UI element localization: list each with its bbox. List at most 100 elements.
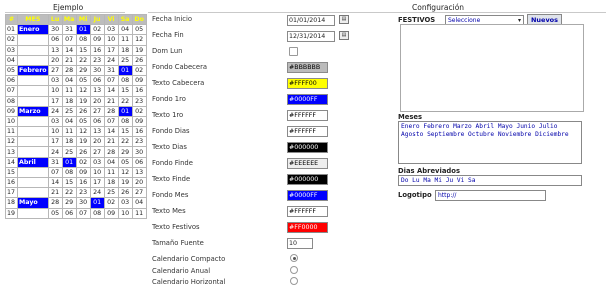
day-cell: 24 <box>89 187 105 199</box>
day-cell: 29 <box>61 197 77 209</box>
calendar-week-row: 10 03 04 05 06 07 08 09 <box>5 115 147 128</box>
day-cell: 07 <box>103 115 119 128</box>
cal-compacto-radio[interactable] <box>290 254 298 262</box>
texto-festivos-label: Texto Festivos <box>152 223 200 231</box>
day-cell: 23 <box>89 54 105 66</box>
fondo-mes-input[interactable]: #0000FF <box>287 190 328 201</box>
month-name-cell <box>17 85 49 97</box>
day-cell: 02 <box>75 156 91 168</box>
fondo-dias-input[interactable]: #FFFFFF <box>287 126 328 137</box>
calendar-week-row: 08 17 18 19 20 21 22 23 <box>5 95 147 107</box>
fondo-finde-input[interactable]: #EEEEEE <box>287 158 328 169</box>
calendar-week-row: 13 24 25 26 27 28 29 30 <box>5 146 147 158</box>
day-cell: 16 <box>131 85 147 97</box>
day-cell: 05 <box>131 24 147 36</box>
cal-horizontal-radio[interactable] <box>290 277 298 285</box>
day-cell: 09 <box>75 166 91 179</box>
day-cell: 04 <box>61 115 77 128</box>
day-cell: 03 <box>47 115 63 128</box>
ejemplo-header: Ejemplo <box>53 3 84 12</box>
week-number: 13 <box>5 146 18 158</box>
day-cell: 17 <box>89 176 105 189</box>
day-cell: 22 <box>61 187 77 199</box>
calendar-week-row: 05 Febrero 27 28 29 30 31 01 02 <box>5 64 147 77</box>
fondo-cabecera-label: Fondo Cabecera <box>152 63 208 71</box>
logotipo-input[interactable]: http:// <box>435 190 546 201</box>
calendar-week-row: 09 Marzo 24 25 26 27 28 01 02 <box>5 105 147 117</box>
meses-textarea[interactable]: Enero Febrero Marzo Abril Mayo Junio Jul… <box>398 121 582 164</box>
month-name-cell <box>17 136 49 148</box>
calendar-week-row: 14 Abril 31 01 02 03 04 05 06 <box>5 156 147 168</box>
day-cell: 08 <box>117 115 133 128</box>
day-cell: 07 <box>47 166 63 179</box>
day-cell: 25 <box>103 187 119 199</box>
day-cell: 17 <box>47 136 63 148</box>
calendar-week-row: 04 20 21 22 23 24 25 26 <box>5 54 147 66</box>
day-cell: 09 <box>89 34 105 46</box>
texto-finde-input[interactable]: #000000 <box>287 174 328 185</box>
fondo-cabecera-input[interactable]: #BBBBBB <box>287 62 328 73</box>
configuracion-header: Configuración <box>412 3 465 12</box>
month-name-cell: Febrero <box>17 64 49 77</box>
day-cell: 02 <box>103 197 119 209</box>
calendar-icon[interactable]: ▤ <box>339 15 349 24</box>
texto-finde-label: Texto Finde <box>152 175 191 183</box>
day-cell: 27 <box>89 146 105 158</box>
day-cell: 04 <box>117 24 133 36</box>
day-cell: 22 <box>75 54 91 66</box>
cal-anual-radio[interactable] <box>290 266 298 274</box>
day-cell: 24 <box>47 105 63 117</box>
calendar-icon[interactable]: ▤ <box>339 31 349 40</box>
day-cell: 28 <box>103 105 119 117</box>
tamano-fuente-input[interactable]: 10 <box>287 238 313 249</box>
week-number: 18 <box>5 197 18 209</box>
tamano-fuente-label: Tamaño Fuente <box>152 239 204 247</box>
month-name-cell <box>17 187 49 199</box>
day-cell: 06 <box>47 34 63 46</box>
meses-label: Meses <box>398 113 423 121</box>
fecha-fin-input[interactable]: 12/31/2014 <box>287 31 335 42</box>
day-cell: 25 <box>61 146 77 158</box>
calendar-week-row: 11 10 11 12 13 14 15 16 <box>5 126 147 138</box>
day-cell: 02 <box>131 105 147 117</box>
fondo-1ro-input[interactable]: #0000FF <box>287 94 328 105</box>
day-cell: 20 <box>89 95 105 107</box>
day-cell: 11 <box>117 34 133 46</box>
day-cell: 01 <box>75 24 91 36</box>
dias-abreviados-input[interactable]: Do Lu Ma Mi Ju Vi Sa <box>398 175 582 186</box>
day-cell: 04 <box>131 197 147 209</box>
day-cell: 08 <box>61 166 77 179</box>
dom-lun-checkbox[interactable] <box>289 47 298 56</box>
day-cell: 03 <box>117 197 133 209</box>
festivos-list-box[interactable] <box>400 24 584 112</box>
day-cell: 06 <box>61 207 77 219</box>
day-cell: 06 <box>89 115 105 128</box>
texto-1ro-input[interactable]: #FFFFFF <box>287 110 328 121</box>
texto-cabecera-input[interactable]: #FFFF00 <box>287 78 328 89</box>
day-cell: 03 <box>89 156 105 168</box>
month-name-cell <box>17 44 49 56</box>
calendar-header-cell: # <box>5 13 18 26</box>
day-cell: 30 <box>89 64 105 77</box>
fecha-inicio-input[interactable]: 01/01/2014 <box>287 15 335 26</box>
cal-horizontal-label: Calendario Horizontal <box>152 278 226 286</box>
day-cell: 12 <box>75 126 91 138</box>
day-cell: 17 <box>103 44 119 56</box>
day-cell: 14 <box>47 176 63 189</box>
month-name-cell <box>17 207 49 219</box>
day-cell: 28 <box>61 64 77 77</box>
day-cell: 15 <box>117 126 133 138</box>
day-cell: 31 <box>47 156 63 168</box>
texto-festivos-input[interactable]: #FF0000 <box>287 222 328 233</box>
day-cell: 29 <box>75 64 91 77</box>
day-cell: 02 <box>131 64 147 77</box>
day-cell: 20 <box>47 54 63 66</box>
texto-dias-input[interactable]: #000000 <box>287 142 328 153</box>
calendar-header-cell: Vi <box>103 13 119 26</box>
cal-anual-label: Calendario Anual <box>152 267 211 275</box>
calendar-week-row: 06 03 04 05 06 07 08 09 <box>5 75 147 87</box>
cal-compacto-label: Calendario Compacto <box>152 255 226 263</box>
texto-mes-input[interactable]: #FFFFFF <box>287 206 328 217</box>
texto-1ro-label: Texto 1ro <box>152 111 184 119</box>
day-cell: 22 <box>117 136 133 148</box>
